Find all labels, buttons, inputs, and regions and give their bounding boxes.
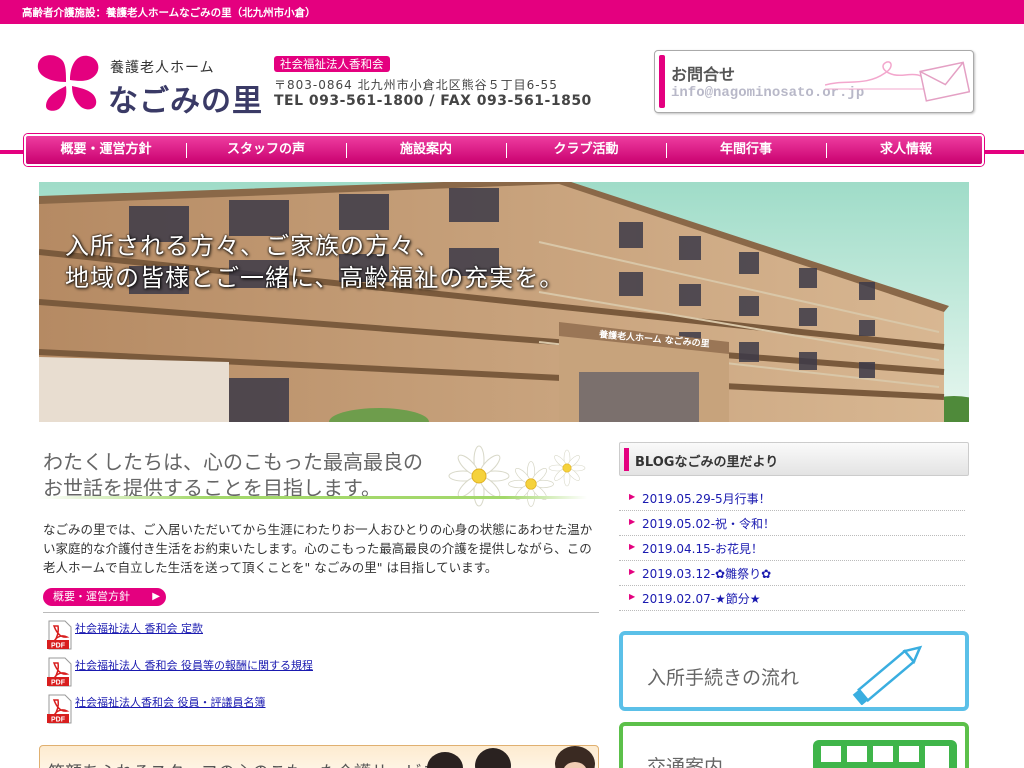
hero-building-photo <box>39 182 969 422</box>
logo-subtitle: 養護老人ホーム <box>110 60 215 76</box>
pdf-link[interactable]: 社会福祉法人 香和会 定款 <box>75 620 203 636</box>
access-info-label: 交通案内 <box>647 756 724 768</box>
nav-item-clubs[interactable]: クラブ活動 <box>506 136 666 164</box>
blog-item-link[interactable]: 2019.02.07-★節分★ <box>642 590 761 607</box>
top-bar: 高齢者介護施設：養護老人ホームなごみの里（北九州市小倉） <box>0 0 1024 24</box>
blog-item[interactable]: ▶ 2019.03.12-✿雛祭り✿ <box>619 561 965 586</box>
bullet-arrow-icon: ▶ <box>629 567 636 576</box>
staff-photo <box>427 746 595 768</box>
pdf-icon-label: PDF <box>51 680 66 687</box>
pdf-icon: PDF <box>47 620 72 650</box>
blog-item[interactable]: ▶ 2019.02.07-★節分★ <box>619 586 965 611</box>
hero-headline-line1: 入所される方々、ご家族の方々、 <box>65 232 440 260</box>
contact-button[interactable]: お問合せ info@nagominosato.or.jp <box>654 50 974 113</box>
blog-header-accent <box>624 448 629 471</box>
site-tagline: 高齢者介護施設：養護老人ホームなごみの里（北九州市小倉） <box>22 7 316 19</box>
contact-accent-bar <box>659 55 665 108</box>
pdf-link-row[interactable]: PDF 社会福祉法人 香和会 役員等の報酬に関する規程 <box>47 657 447 687</box>
pdf-icon: PDF <box>47 657 72 687</box>
pdf-icon-label: PDF <box>51 717 66 724</box>
envelope-icon <box>825 61 970 102</box>
nav-item-staff-voice[interactable]: スタッフの声 <box>186 136 346 164</box>
pdf-link[interactable]: 社会福祉法人香和会 役員・評議員名簿 <box>75 694 266 710</box>
mission-underline <box>39 496 587 499</box>
main-nav: 概要・運営方針 スタッフの声 施設案内 クラブ活動 年間行事 求人情報 <box>24 134 984 166</box>
bullet-arrow-icon: ▶ <box>629 492 636 501</box>
blog-item[interactable]: ▶ 2019.05.29-5月行事！ <box>619 486 965 511</box>
nav-item-jobs[interactable]: 求人情報 <box>826 136 986 164</box>
address: 〒803-0864 北九州市小倉北区熊谷５丁目6-55 <box>274 78 558 92</box>
pdf-icon: PDF <box>47 694 72 724</box>
daisy-icon <box>448 445 586 507</box>
mission-line1: わたくしたちは、心のこもった最高最良の <box>43 450 423 474</box>
contact-title: お問合せ <box>671 65 736 84</box>
policy-button[interactable]: 概要・運営方針 <box>43 588 166 606</box>
bullet-arrow-icon: ▶ <box>629 517 636 526</box>
section-divider <box>43 612 599 613</box>
blog-item-link[interactable]: 2019.03.12-✿雛祭り✿ <box>642 565 771 582</box>
admission-flow-label: 入所手続きの流れ <box>647 667 800 689</box>
blog-item-link[interactable]: 2019.05.02-祝・令和！ <box>642 515 775 532</box>
hero-banner: 養護老人ホーム なごみの里 入所される方々、ご家族の方々、 地域の皆様とご一緒に… <box>39 182 969 422</box>
intro-description: なごみの里では、ご入居いただいてから生涯にわたりお一人おひとりの心身の状態にあわ… <box>43 522 593 575</box>
blog-item-link[interactable]: 2019.04.15-お花見！ <box>642 540 763 557</box>
blog-item-link[interactable]: 2019.05.29-5月行事！ <box>642 490 771 507</box>
pdf-link-row[interactable]: PDF 社会福祉法人香和会 役員・評議員名簿 <box>47 694 447 724</box>
blog-title: BLOGなごみの里だより <box>635 455 779 470</box>
blog-header[interactable]: BLOGなごみの里だより <box>619 442 969 476</box>
blog-item[interactable]: ▶ 2019.04.15-お花見！ <box>619 536 965 561</box>
phone-fax: TEL 093-561-1800 / FAX 093-561-1850 <box>274 93 592 109</box>
nav-item-events[interactable]: 年間行事 <box>666 136 826 164</box>
nav-item-overview[interactable]: 概要・運営方針 <box>26 136 186 164</box>
staff-banner[interactable]: 笑顔あふれるスタッフの心のこもった介護サービス <box>39 745 599 768</box>
admission-flow-button[interactable]: 入所手続きの流れ <box>619 631 969 711</box>
bus-icon <box>813 740 957 768</box>
pdf-link[interactable]: 社会福祉法人 香和会 役員等の報酬に関する規程 <box>75 657 313 673</box>
pencil-icon <box>852 645 923 705</box>
nav-item-facility[interactable]: 施設案内 <box>346 136 506 164</box>
staff-banner-text: 笑顔あふれるスタッフの心のこもった介護サービス <box>48 758 439 768</box>
blog-item[interactable]: ▶ 2019.05.02-祝・令和！ <box>619 511 965 536</box>
pdf-link-row[interactable]: PDF 社会福祉法人 香和会 定款 <box>47 620 447 650</box>
mission-heading: わたくしたちは、心のこもった最高最良の お世話を提供することを目指します。 <box>39 438 599 508</box>
logo-flower-icon <box>37 55 99 111</box>
corporation-badge: 社会福祉法人香和会 <box>274 56 390 72</box>
logo-title: なごみの里 <box>108 84 263 119</box>
pdf-icon-label: PDF <box>51 643 66 650</box>
access-info-button[interactable]: 交通案内 <box>619 722 969 768</box>
bullet-arrow-icon: ▶ <box>629 542 636 551</box>
hero-headline-line2: 地域の皆様とご一緒に、高齢福祉の充実を。 <box>65 264 565 292</box>
bullet-arrow-icon: ▶ <box>629 592 636 601</box>
